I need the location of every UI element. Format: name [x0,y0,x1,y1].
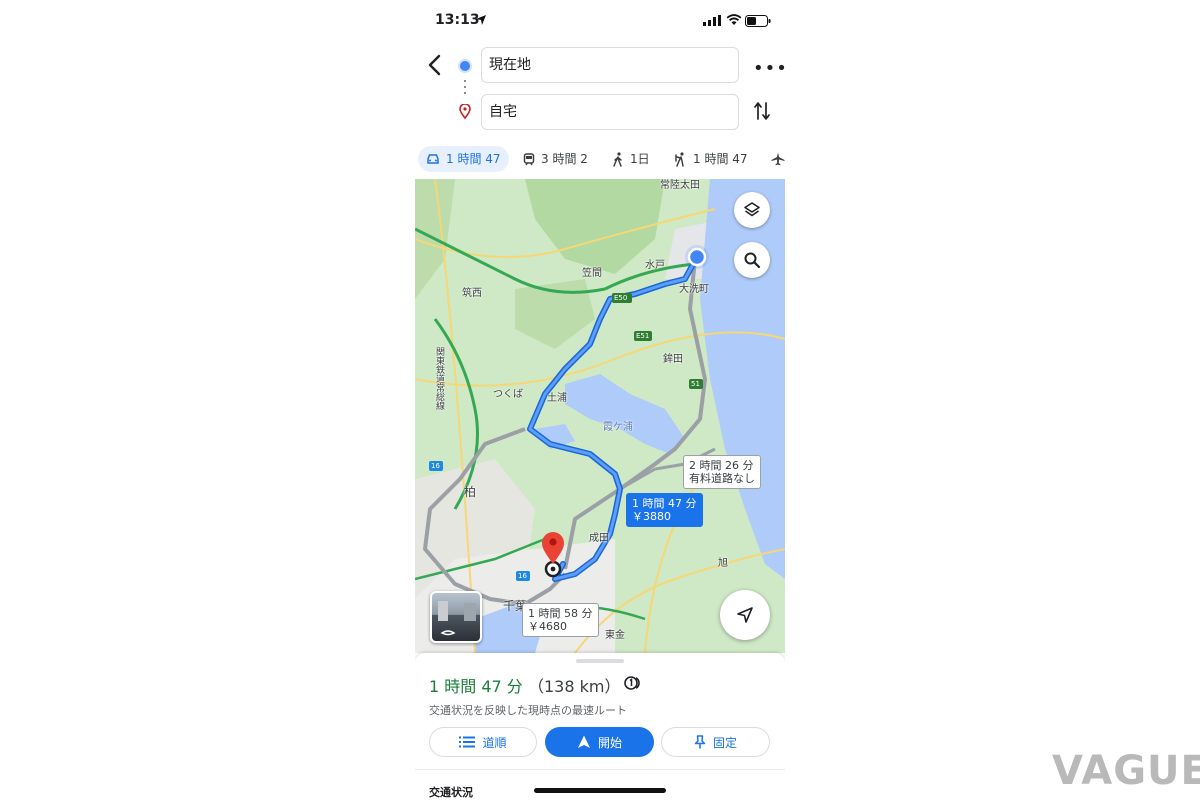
route-callout-selected[interactable]: 1 時間 47 分 ￥3880 [626,493,703,527]
mode-tab-car[interactable]: 1 時間 47 [418,146,509,172]
location-arrow-icon [476,15,486,25]
place-label: 土浦 [547,393,567,404]
mode-tab-walk[interactable]: 1日 [612,146,650,172]
walk-icon [613,151,622,167]
place-label: 柏 [464,485,477,499]
start-label: 開始 [597,735,622,750]
mode-tab-train[interactable]: 3 時間 2 [523,146,588,172]
route-time: 1 時間 47 分 [632,497,697,510]
mode-walk-label: 1日 [630,152,650,166]
mode-tab-ride[interactable]: 1 時間 47 [674,146,748,172]
place-label: 成田 [589,533,609,544]
swap-icon[interactable] [754,101,770,121]
travel-mode-bar: 1 時間 47 3 時間 2 1日 1 時間 47 [415,146,785,174]
place-label: 水戸 [645,260,665,271]
steps-button[interactable]: 道順 [429,727,537,757]
route-cost: ￥4680 [528,620,567,633]
start-button[interactable]: 開始 [545,727,654,757]
sheet-drag-handle[interactable] [576,659,624,663]
route-summary-sheet: 1 時間 47 分 （138 km） 交通状況を反映した現時点の最速ルート 道順… [415,653,785,800]
place-label: 大洗町 [679,284,709,295]
car-icon [427,154,439,164]
ride-icon [675,151,684,167]
cellular-signal-icon [703,15,721,26]
distance-text: （138 km） [528,677,621,696]
route-callout-alt[interactable]: 2 時間 26 分 有料道路なし [683,455,761,489]
highway-shield-label: 16 [431,462,440,470]
phone-screen: 13:13 現在地 自宅 ••• 1 時間 47 3 時間 2 1日 1 時間 … [415,0,785,800]
plane-icon [771,152,785,166]
pin-icon [694,735,706,749]
place-label: 関東鉄道常総線 [434,347,444,410]
map-graphic [415,179,785,653]
destination-field[interactable]: 自宅 [481,94,739,130]
place-label: 筑西 [462,288,482,299]
origin-field[interactable]: 現在地 [481,47,739,83]
route-description: 交通状況を反映した現時点の最速ルート [429,704,627,717]
place-label: つくば [493,389,523,400]
highway-shield-label: 16 [518,572,527,580]
battery-icon [745,15,771,27]
mode-ride-label: 1 時間 47 [693,152,748,166]
back-arrow-icon[interactable] [425,52,445,78]
search-icon [744,252,761,269]
sheet-divider [415,769,785,770]
place-label: 常陸太田 [660,180,700,191]
mode-train-label: 3 時間 2 [541,152,588,166]
destination-pin-icon [459,104,471,119]
place-label: 霞ケ浦 [603,422,633,433]
route-map[interactable]: 常陸太田 水戸 笠間 大洗町 筑西 つくば 土浦 鉾田 霞ケ浦 柏 成田 旭 千… [415,179,785,653]
status-bar: 13:13 [415,0,785,42]
place-label: 旭 [718,558,728,569]
pin-button[interactable]: 固定 [661,727,770,757]
route-cost: 有料道路なし [689,472,755,485]
place-label: 東金 [605,630,625,641]
recenter-button[interactable] [720,590,770,640]
map-search-button[interactable] [734,242,770,278]
place-label: 笠間 [582,268,602,279]
route-time: 1 時間 58 分 [528,607,593,620]
layers-icon [744,202,760,217]
route-callout-alt[interactable]: 1 時間 58 分 ￥4680 [522,603,599,637]
home-indicator[interactable] [534,788,666,793]
traffic-heading: 交通状況 [429,786,473,799]
steps-label: 道順 [482,735,507,750]
wifi-icon [726,14,742,25]
route-dots-icon [464,80,466,98]
street-view-thumbnail[interactable] [430,591,482,643]
route-time: 2 時間 26 分 [689,459,754,472]
more-options-icon[interactable]: ••• [753,58,785,79]
route-cost: ￥3880 [632,510,671,523]
toll-icon[interactable] [623,673,643,693]
eta-text: 1 時間 47 分 [429,677,523,696]
list-icon [459,736,476,748]
place-label: 鉾田 [663,354,683,365]
navigation-icon [577,735,590,748]
navigation-arrow-icon [737,607,753,623]
street-view-icon [438,601,476,636]
origin-dot-icon [460,61,470,71]
mode-car-label: 1 時間 47 [446,152,501,166]
highway-shield-label: E51 [636,332,650,340]
train-icon [523,152,535,165]
layers-button[interactable] [734,192,770,228]
vague-watermark-logo: VAGUE [1052,748,1200,794]
mode-tab-flight[interactable] [771,146,785,172]
status-time: 13:13 [435,12,480,28]
pin-label: 固定 [712,735,737,750]
highway-shield-label: 51 [691,380,700,388]
highway-shield-label: E50 [614,294,628,302]
